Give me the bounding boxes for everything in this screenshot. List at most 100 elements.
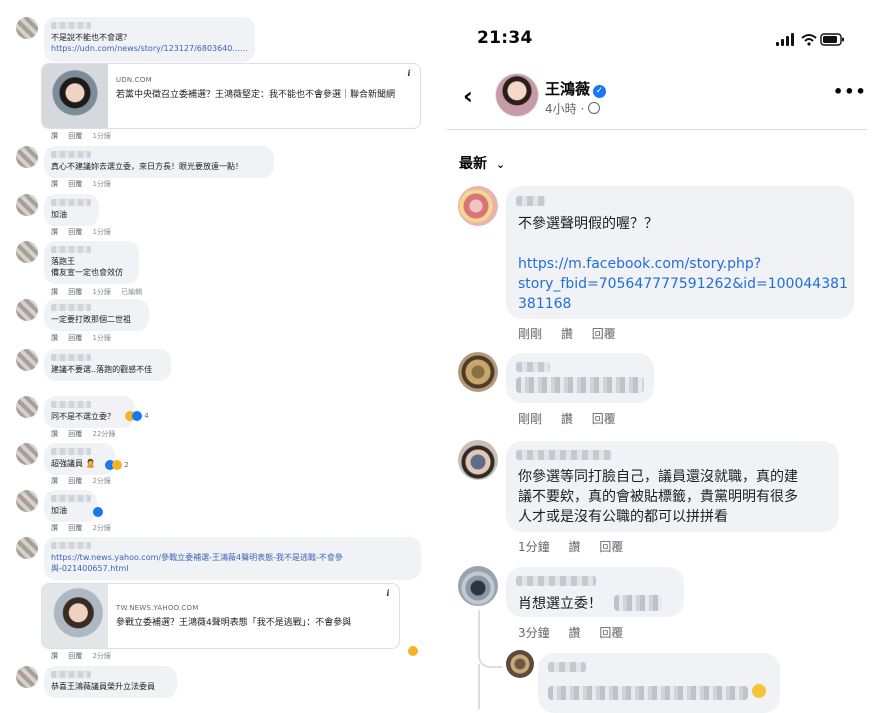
comment-bubble: 一定要打敗那個二世祖 [44,299,149,331]
like-button[interactable]: 讚 [561,327,573,341]
preview-title: 若黨中央徵召立委補選？王鴻薇堅定：我不能也不會參選｜聯合新聞網 [116,90,396,100]
commenter-name-redacted[interactable] [51,401,91,408]
reaction-count[interactable] [93,507,103,517]
comment-text-line: 備友宣一定也會效仿 [51,268,123,277]
preview-thumbnail [42,584,108,648]
comment-link[interactable]: https://udn.com/news/story/123127/680364… [51,43,248,54]
like-button[interactable]: 讚 [51,334,58,342]
comment-bubble: 落跑王 備友宣一定也會效仿 [44,241,139,284]
comment-time[interactable]: 1分鐘 [518,540,550,554]
avatar[interactable] [16,537,38,559]
commenter-name-redacted[interactable] [516,450,612,460]
avatar[interactable] [458,566,498,606]
avatar[interactable] [506,650,534,678]
like-button[interactable]: 讚 [561,412,573,426]
page-name[interactable]: 王鴻薇 ✓ [545,78,607,99]
more-options-button[interactable]: ••• [833,82,867,101]
post-time[interactable]: 4小時 · [545,102,584,116]
preview-thumbnail [42,64,108,128]
reply-button[interactable]: 回覆 [592,412,616,426]
avatar[interactable] [16,194,38,216]
reply-button[interactable]: 回覆 [68,334,82,342]
like-button[interactable]: 讚 [51,132,58,140]
comment-text: 你參選等同打臉自己，議員還沒就職，真的建 議不要欸，真的會被貼標籤，貴黨明明有很… [518,469,798,525]
comment-time[interactable]: 3分鐘 [518,626,550,640]
reaction-count[interactable]: 2 [105,460,129,470]
comment-link[interactable]: https://m.facebook.com/story.php? story_… [518,254,848,314]
avatar[interactable] [16,349,38,371]
reply-button[interactable]: 回覆 [68,288,82,296]
comment-link[interactable]: https://tw.news.yahoo.com/參戰立委補選-王鴻薇4聲明表… [51,552,411,574]
back-button[interactable]: ‹ [463,84,473,108]
sort-label: 最新 [459,156,487,172]
commenter-name-redacted[interactable] [51,671,91,678]
like-button[interactable]: 讚 [51,228,58,236]
commenter-name-redacted[interactable] [516,362,550,372]
like-button[interactable]: 讚 [51,477,58,485]
commenter-name-redacted[interactable] [516,576,596,586]
commenter-name-redacted[interactable] [51,246,91,253]
avatar[interactable] [16,490,38,512]
comment-bubble: 加油 [44,194,99,226]
like-button[interactable]: 讚 [568,540,580,554]
sort-dropdown[interactable]: 最新 ⌄ [459,153,505,173]
comment-time[interactable]: 剛剛 [518,327,542,341]
comment-time: 1分鐘 [92,180,111,188]
reply-button[interactable]: 回覆 [592,327,616,341]
avatar[interactable] [16,299,38,321]
commenter-name-redacted[interactable] [51,22,91,29]
like-button[interactable]: 讚 [51,288,58,296]
like-button[interactable]: 讚 [568,626,580,640]
commenter-name-redacted[interactable] [51,304,91,311]
page-avatar[interactable] [495,73,539,117]
info-icon[interactable]: i [404,68,414,78]
avatar[interactable] [458,352,498,392]
commenter-name-redacted[interactable] [51,495,91,502]
edited-label[interactable]: 已編輯 [121,288,142,296]
avatar[interactable] [16,666,38,688]
comment-time: 2分鐘 [92,477,111,485]
reply-button[interactable]: 回覆 [599,540,623,554]
commenter-name-redacted[interactable] [516,196,546,206]
status-bar-icons [776,32,846,51]
commenter-name-redacted[interactable] [51,354,91,361]
preview-source: TW.NEWS.YAHOO.COM [116,604,199,612]
like-reaction-icon [93,507,103,517]
comment-bubble: 超強議員 🙎 [44,443,115,475]
comment-time: 1分鐘 [92,288,111,296]
link-preview-card[interactable]: TW.NEWS.YAHOO.COM 參戰立委補選？王鴻薇4聲明表態「我不是逃戰」… [41,583,400,649]
comment-time[interactable]: 剛剛 [518,412,542,426]
avatar[interactable] [458,186,498,226]
avatar[interactable] [16,443,38,465]
reply-button[interactable]: 回覆 [68,228,82,236]
like-button[interactable]: 讚 [51,430,58,438]
like-button[interactable]: 讚 [51,180,58,188]
commenter-name-redacted[interactable] [51,542,91,549]
link-preview-card[interactable]: UDN.COM 若黨中央徵召立委補選？王鴻薇堅定：我不能也不會參選｜聯合新聞網 … [41,63,421,129]
avatar[interactable] [16,241,38,263]
commenter-name-redacted[interactable] [51,448,91,455]
reply-button[interactable]: 回覆 [68,652,82,660]
avatar[interactable] [458,440,498,480]
avatar[interactable] [16,396,38,418]
info-icon[interactable]: i [383,588,393,598]
avatar[interactable] [16,146,38,168]
reply-button[interactable]: 回覆 [68,180,82,188]
commenter-name-redacted[interactable] [51,199,91,206]
commenter-name-redacted[interactable] [548,662,586,672]
haha-reaction-icon[interactable] [408,646,418,656]
like-button[interactable]: 讚 [51,524,58,532]
reply-button[interactable]: 回覆 [599,626,623,640]
commenter-name-redacted[interactable] [51,151,91,158]
status-bar-time: 21:34 [477,28,533,48]
reply-button[interactable]: 回覆 [68,524,82,532]
reaction-count[interactable]: 4 [125,411,149,421]
post-meta: 4小時 · [545,100,601,117]
comment-time: 1分鐘 [92,132,111,140]
avatar[interactable] [16,17,38,39]
like-button[interactable]: 讚 [51,652,58,660]
reply-button[interactable]: 回覆 [68,477,82,485]
reply-button[interactable]: 回覆 [68,430,82,438]
comment-text: 建議不要選..落跑的觀感不佳 [51,365,153,374]
reply-button[interactable]: 回覆 [68,132,82,140]
